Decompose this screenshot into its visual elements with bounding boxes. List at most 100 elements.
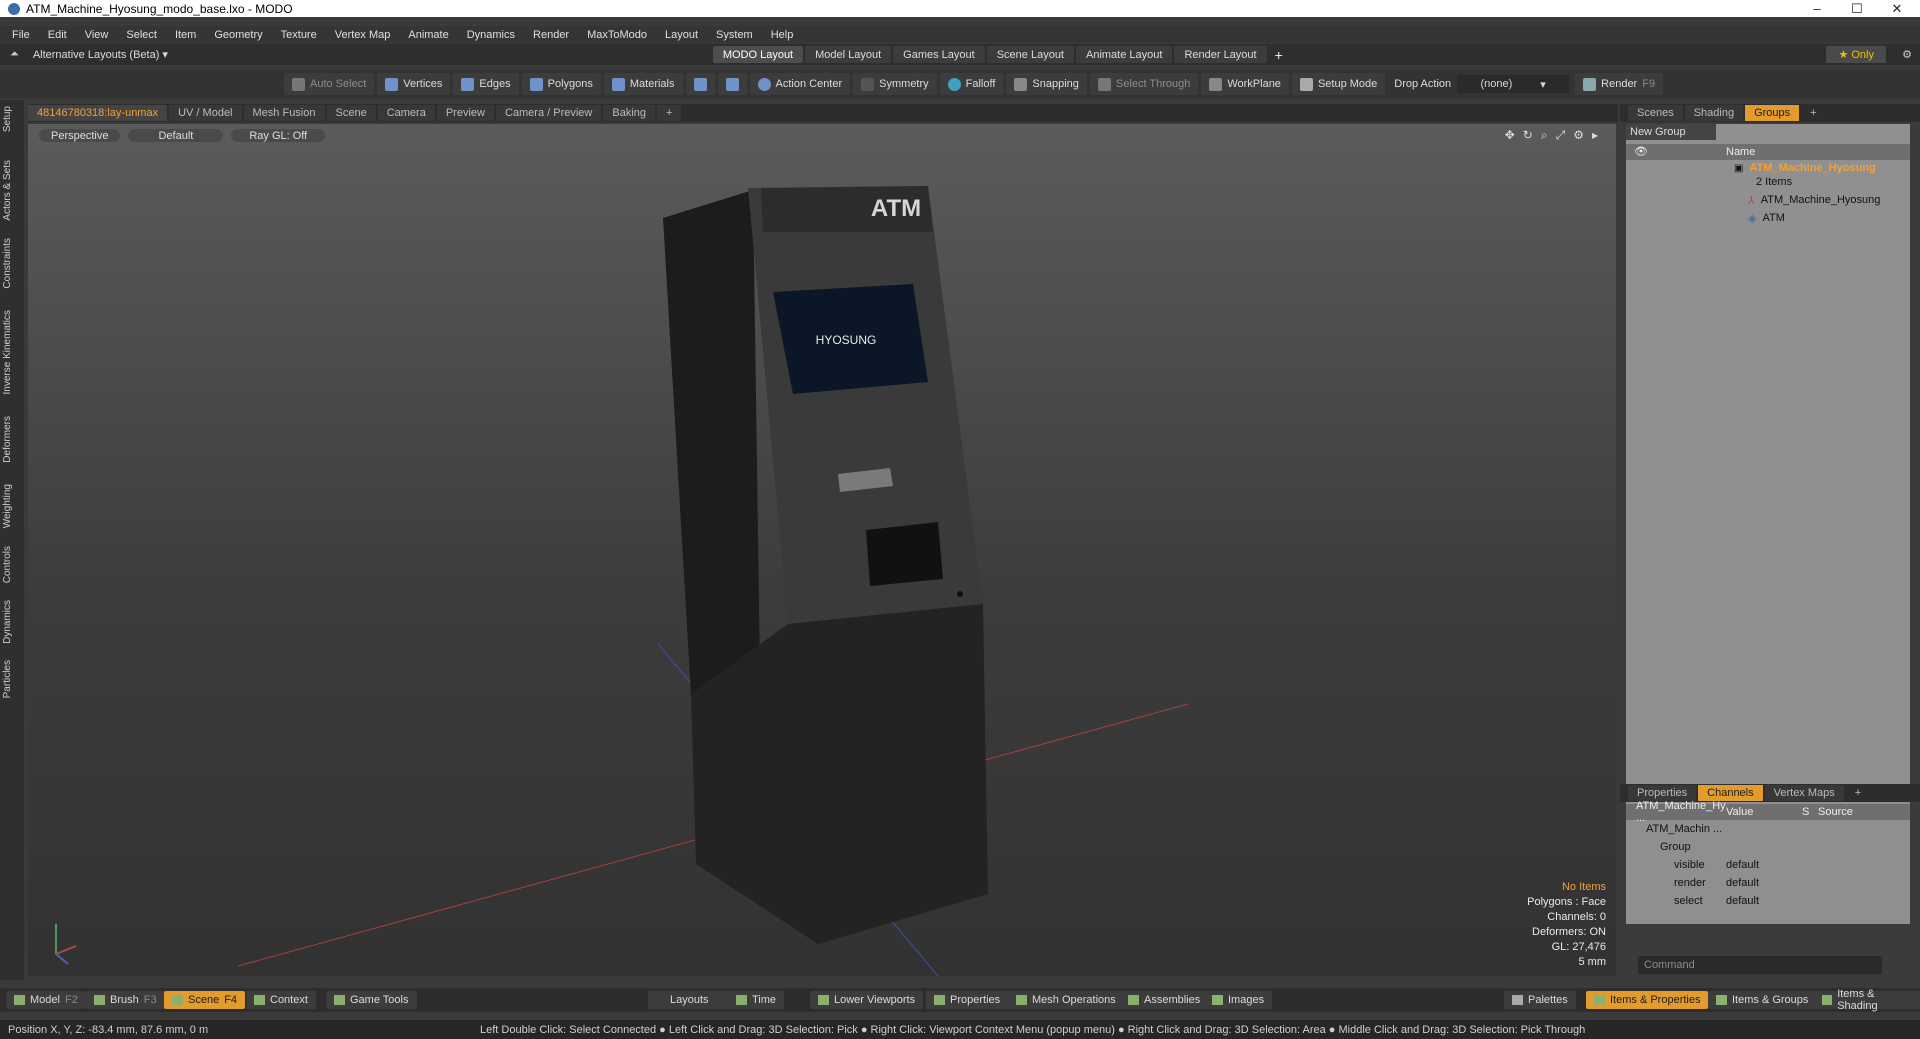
symmetry-button[interactable]: Symmetry [853,73,937,95]
vtab-actors-sets[interactable]: Actors & Sets [2,160,22,221]
images-button[interactable]: Images [1204,991,1273,1009]
menu-item[interactable]: Item [166,29,205,41]
menu-help[interactable]: Help [762,29,803,41]
menu-edit[interactable]: Edit [39,29,76,41]
tab-uv-model[interactable]: UV / Model [169,105,242,121]
tab-channels[interactable]: Channels [1698,785,1763,801]
command-input[interactable]: Command [1638,956,1882,974]
visible-value[interactable]: default [1726,859,1802,871]
channel-row[interactable]: visible default [1626,856,1910,874]
render-value[interactable]: default [1726,877,1802,889]
materials-button[interactable]: Materials [603,73,683,95]
select-value[interactable]: default [1726,895,1802,907]
add-lower-tab-button[interactable]: + [1846,785,1870,801]
channel-row[interactable]: render default [1626,874,1910,892]
tab-vertex-maps[interactable]: Vertex Maps [1764,785,1844,801]
new-group-button[interactable]: New Group [1626,124,1716,140]
maximize-button[interactable]: ☐ [1840,0,1874,17]
vtab-particles[interactable]: Particles [2,660,22,698]
pivot-mode-button[interactable] [717,73,747,95]
channel-row[interactable]: select default [1626,892,1910,910]
item-mode-button[interactable] [685,73,715,95]
properties-button[interactable]: Properties [926,991,1009,1009]
tab-modo-layout[interactable]: MODO Layout [712,46,804,63]
workplane-button[interactable]: WorkPlane [1201,73,1289,95]
vtab-constraints[interactable]: Constraints [2,238,22,289]
3d-viewport[interactable]: Perspective Default Ray GL: Off ✥ ↻ ⌕ ⤢ … [28,124,1616,976]
add-tab-button[interactable]: + [657,105,682,121]
items-properties-button[interactable]: Items & Properties [1586,991,1709,1009]
vtab-controls[interactable]: Controls [2,546,22,583]
tab-render-layout[interactable]: Render Layout [1174,46,1267,63]
tab-lay-unmax[interactable]: 48146780318:lay-unmax [28,105,168,121]
auto-select-button[interactable]: Auto Select [284,73,375,95]
gear-icon[interactable]: ⚙ [1902,48,1912,61]
close-button[interactable]: ✕ [1880,0,1914,17]
menu-dynamics[interactable]: Dynamics [458,29,524,41]
render-button[interactable]: Render F9 [1575,73,1664,95]
tab-groups[interactable]: Groups [1745,105,1800,121]
action-center-button[interactable]: Action Center [749,73,851,95]
items-groups-button[interactable]: Items & Groups [1708,991,1817,1009]
add-panel-tab-button[interactable]: + [1801,105,1825,121]
tab-camera-preview[interactable]: Camera / Preview [495,105,602,121]
snapping-button[interactable]: Snapping [1006,73,1087,95]
menu-view[interactable]: View [76,29,118,41]
tab-properties[interactable]: Properties [1628,785,1697,801]
tree-item-row[interactable]: ◈ ATM [1626,210,1910,226]
setup-mode-button[interactable]: Setup Mode [1291,73,1386,95]
menu-geometry[interactable]: Geometry [205,29,271,41]
layouts-button[interactable]: Layouts [648,991,731,1009]
lower-viewports-button[interactable]: Lower Viewports [810,991,924,1009]
falloff-button[interactable]: Falloff [939,73,1004,95]
menu-texture[interactable]: Texture [272,29,326,41]
scene-button[interactable]: Scene F4 [164,991,246,1009]
vtab-inverse-kinematics[interactable]: Inverse Kinematics [2,310,22,394]
brush-button[interactable]: Brush F3 [86,991,165,1009]
game-tools-button[interactable]: Game Tools [326,991,417,1009]
add-layout-button[interactable]: + [1275,47,1283,63]
model-button[interactable]: Model F2 [6,991,86,1009]
menu-select[interactable]: Select [117,29,166,41]
palettes-button[interactable]: Palettes [1504,991,1576,1009]
tab-scene[interactable]: Scene [326,105,376,121]
edges-button[interactable]: Edges [453,73,519,95]
menu-system[interactable]: System [707,29,762,41]
tab-animate-layout[interactable]: Animate Layout [1076,46,1173,63]
polygons-button[interactable]: Polygons [521,73,601,95]
channel-row[interactable]: Group [1626,838,1910,856]
tab-preview[interactable]: Preview [436,105,494,121]
vtab-setup[interactable]: Setup [2,106,22,132]
tree-item-row[interactable]: ⅄ ATM_Machine_Hyosung [1626,192,1910,208]
menu-layout[interactable]: Layout [656,29,707,41]
menu-file[interactable]: File [0,29,39,41]
menu-render[interactable]: Render [524,29,578,41]
time-button[interactable]: Time [728,991,785,1009]
alternative-layouts-dropdown[interactable]: Alternative Layouts (Beta) ▾ [33,48,713,61]
up-arrow-icon[interactable]: ⏶ [10,48,19,61]
drop-action-select[interactable]: (none) ▾ [1457,75,1570,93]
channel-row[interactable]: ATM_Machin ... [1626,820,1910,838]
items-shading-button[interactable]: Items & Shading [1814,988,1920,1012]
tab-scenes[interactable]: Scenes [1628,105,1683,121]
vertices-button[interactable]: Vertices [377,73,451,95]
tab-camera[interactable]: Camera [377,105,435,121]
eye-icon[interactable]: 👁 [1634,145,1648,158]
tab-model-layout[interactable]: Model Layout [805,46,892,63]
context-button[interactable]: Context [246,991,316,1009]
assemblies-button[interactable]: Assemblies [1120,991,1209,1009]
select-through-button[interactable]: Select Through [1089,73,1199,95]
only-toggle[interactable]: ★ Only [1826,46,1886,63]
mesh-operations-button[interactable]: Mesh Operations [1008,991,1124,1009]
vtab-weighting[interactable]: Weighting [2,484,22,528]
menu-maxtomodo[interactable]: MaxToModo [578,29,656,41]
tab-mesh-fusion[interactable]: Mesh Fusion [243,105,325,121]
vtab-dynamics[interactable]: Dynamics [2,600,22,644]
menu-animate[interactable]: Animate [399,29,457,41]
tab-games-layout[interactable]: Games Layout [893,46,985,63]
vtab-deformers[interactable]: Deformers [2,416,22,463]
minimize-button[interactable]: – [1800,0,1834,17]
tab-scene-layout[interactable]: Scene Layout [986,46,1074,63]
tab-shading[interactable]: Shading [1684,105,1744,121]
tab-baking[interactable]: Baking [603,105,656,121]
